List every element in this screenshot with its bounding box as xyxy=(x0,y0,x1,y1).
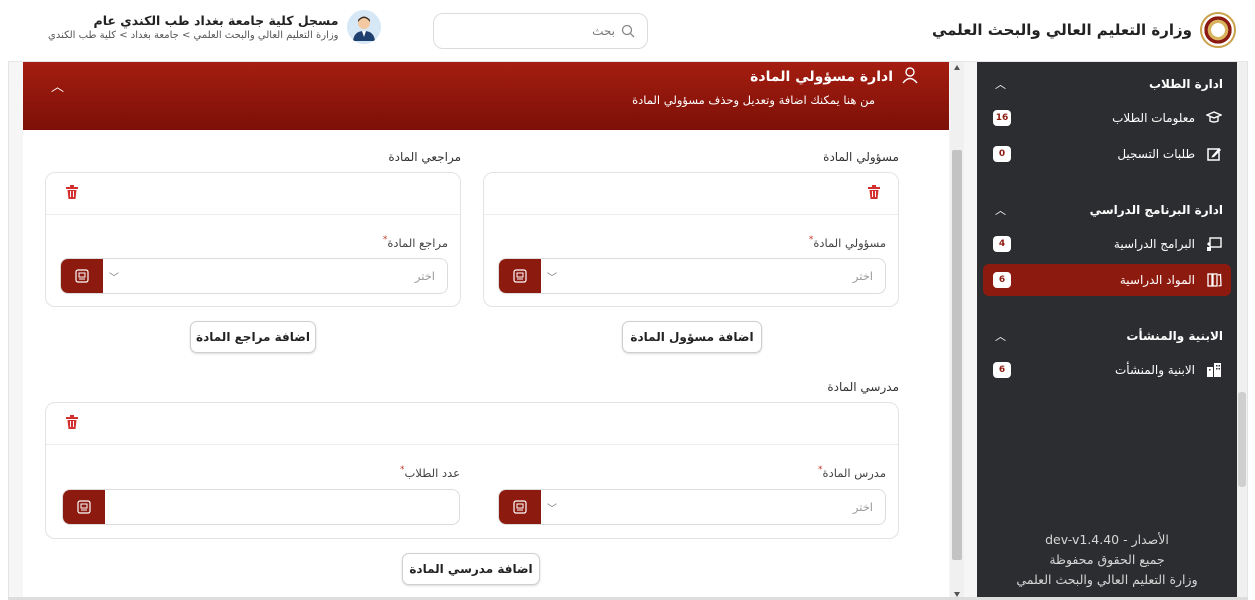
teachers-section-label: مدرسي المادة xyxy=(827,380,899,394)
sidebar-section-buildings[interactable]: الابنية والمنشأت ︿ xyxy=(977,322,1237,350)
sidebar-item-label: البرامج الدراسية xyxy=(1113,237,1195,251)
teacher-card: مدرس المادة* اختر ﹀ عدد الطلاب* xyxy=(45,402,899,539)
page-subtitle: من هنا يمكنك اضافة وتعديل وحذف مسؤولي ال… xyxy=(632,93,875,107)
lookup-icon xyxy=(75,269,89,283)
manager-field-label-wrap: مسؤولي المادة* xyxy=(809,235,886,250)
scrollbar-thumb[interactable] xyxy=(952,150,962,560)
count-badge: 4 xyxy=(993,236,1011,252)
graduation-icon xyxy=(1205,109,1223,127)
students-count-input[interactable] xyxy=(62,489,460,525)
version-text: الأصدار - dev-v1.4.40 xyxy=(1045,532,1169,547)
sidebar-section-title: ادارة البرنامج الدراسي xyxy=(1089,203,1223,217)
students-field-label-wrap: عدد الطلاب* xyxy=(400,465,460,480)
add-teacher-button[interactable]: اضافة مدرسي المادة xyxy=(402,553,540,585)
sidebar-item-label: الابنية والمنشأت xyxy=(1114,363,1195,377)
edit-icon xyxy=(1205,145,1223,163)
sidebar-item-registration-requests[interactable]: طلبات التسجيل 0 xyxy=(983,138,1231,170)
trash-icon[interactable] xyxy=(64,185,78,201)
breadcrumb: وزارة التعليم العالي والبحث العلمي > جام… xyxy=(48,30,339,41)
add-reviewer-button[interactable]: اضافة مراجع المادة xyxy=(190,321,316,353)
managers-section-label: مسؤولي المادة xyxy=(823,150,899,164)
manager-select[interactable]: اختر ﹀ xyxy=(498,258,886,294)
main-content: ادارة مسؤولي المادة من هنا يمكنك اضافة و… xyxy=(23,62,949,600)
lookup-button[interactable] xyxy=(499,490,541,524)
reviewer-field-label-wrap: مراجع المادة* xyxy=(383,235,448,250)
reviewer-select[interactable]: اختر ﹀ xyxy=(60,258,448,294)
sidebar-item-study-subjects[interactable]: المواد الدراسية 6 xyxy=(983,264,1231,296)
count-badge: 0 xyxy=(993,146,1011,162)
user-name: مسجل كلية جامعة بغداد طب الكندي عام xyxy=(93,13,339,28)
brand[interactable]: وزارة التعليم العالي والبحث العلمي xyxy=(932,12,1236,48)
user-icon xyxy=(901,66,919,87)
brand-title: وزارة التعليم العالي والبحث العلمي xyxy=(931,21,1192,39)
building-icon xyxy=(1205,361,1223,379)
trash-icon[interactable] xyxy=(64,415,78,431)
ministry-logo xyxy=(1200,12,1236,48)
manager-card: مسؤولي المادة* اختر ﹀ xyxy=(483,172,899,307)
teacher-field-label: مدرس المادة xyxy=(822,465,886,480)
chevron-up-icon[interactable]: ︿ xyxy=(995,202,1006,218)
lookup-icon xyxy=(77,500,91,514)
trash-icon[interactable] xyxy=(866,185,880,201)
sidebar-item-study-programs[interactable]: البرامج الدراسية 4 xyxy=(983,228,1231,260)
rights-text: جميع الحقوق محفوظة xyxy=(1049,552,1165,567)
teacher-field-label-wrap: مدرس المادة* xyxy=(818,465,886,480)
sidebar-footer: الأصدار - dev-v1.4.40 جميع الحقوق محفوظة… xyxy=(977,530,1237,590)
search-input[interactable] xyxy=(555,24,615,38)
chevron-down-icon[interactable]: ﹀ xyxy=(541,500,563,515)
chevron-up-icon[interactable]: ︿ xyxy=(995,76,1006,92)
presentation-icon xyxy=(1205,235,1223,253)
sidebar-item-label: المواد الدراسية xyxy=(1119,273,1195,287)
count-badge: 6 xyxy=(993,362,1011,378)
sidebar-section-title: ادارة الطلاب xyxy=(1148,77,1223,91)
page-title: ادارة مسؤولي المادة xyxy=(750,68,893,85)
manager-field-label: مسؤولي المادة xyxy=(813,235,886,250)
sidebar-section-programs[interactable]: ادارة البرنامج الدراسي ︿ xyxy=(977,196,1237,224)
avatar[interactable] xyxy=(346,10,381,44)
sidebar-section-students[interactable]: ادارة الطلاب ︿ xyxy=(977,70,1237,98)
chevron-down-icon[interactable]: ﹀ xyxy=(541,269,563,284)
chevron-up-icon[interactable]: ︿ xyxy=(995,328,1006,344)
select-placeholder: اختر xyxy=(852,269,873,283)
lookup-icon xyxy=(513,269,527,283)
reviewer-field-label: مراجع المادة xyxy=(387,235,448,250)
scrollbar-thumb[interactable] xyxy=(1238,392,1246,487)
scroll-up-icon[interactable] xyxy=(954,65,960,70)
chevron-up-icon[interactable]: ︿ xyxy=(51,76,64,95)
sidebar-item-label: معلومات الطلاب xyxy=(1112,111,1195,125)
select-placeholder: اختر xyxy=(414,269,435,283)
sidebar-scrollbar[interactable] xyxy=(1237,62,1247,600)
search-box[interactable] xyxy=(433,13,648,49)
main-scrollbar[interactable] xyxy=(950,62,964,600)
students-field-label: عدد الطلاب xyxy=(404,465,461,480)
sidebar-item-student-info[interactable]: معلومات الطلاب 16 xyxy=(983,102,1231,134)
reviewers-section-label: مراجعي المادة xyxy=(388,150,461,164)
sidebar: ادارة الطلاب ︿ معلومات الطلاب 16 طلبات ا… xyxy=(977,62,1237,600)
top-header: وزارة التعليم العالي والبحث العلمي مسجل … xyxy=(8,0,1248,62)
org-text: وزارة التعليم العالي والبحث العلمي xyxy=(1016,572,1198,587)
search-icon xyxy=(621,24,635,38)
sidebar-item-label: طلبات التسجيل xyxy=(1117,147,1195,161)
reviewer-card: مراجع المادة* اختر ﹀ xyxy=(45,172,461,307)
lookup-icon xyxy=(513,500,527,514)
books-icon xyxy=(1205,271,1223,289)
count-badge: 6 xyxy=(993,272,1011,288)
count-badge: 16 xyxy=(993,110,1011,126)
teacher-select[interactable]: اختر ﹀ xyxy=(498,489,886,525)
lookup-button[interactable] xyxy=(499,259,541,293)
lookup-button[interactable] xyxy=(63,490,105,524)
add-manager-button[interactable]: اضافة مسؤول المادة xyxy=(622,321,762,353)
sidebar-section-title: الابنية والمنشأت xyxy=(1126,329,1223,343)
sidebar-item-buildings[interactable]: الابنية والمنشأت 6 xyxy=(983,354,1231,386)
select-placeholder: اختر xyxy=(852,500,873,514)
chevron-down-icon[interactable]: ﹀ xyxy=(103,269,125,284)
page-banner: ادارة مسؤولي المادة من هنا يمكنك اضافة و… xyxy=(23,62,949,130)
lookup-button[interactable] xyxy=(61,259,103,293)
user-profile[interactable]: مسجل كلية جامعة بغداد طب الكندي عام وزار… xyxy=(48,10,381,44)
